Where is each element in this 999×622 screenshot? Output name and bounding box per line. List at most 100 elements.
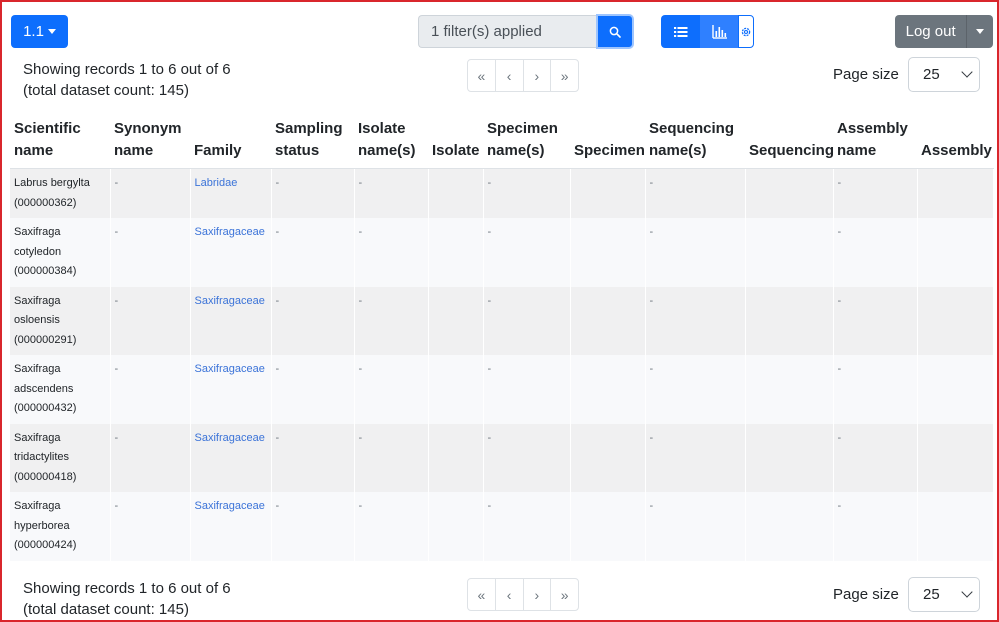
pagination-top: « ‹ › » — [467, 59, 579, 92]
family-link[interactable]: Saxifragaceae — [195, 295, 265, 307]
first-page-button[interactable]: « — [468, 579, 496, 610]
assembly-name-cell: - — [833, 218, 918, 287]
filter-status-field[interactable]: 1 filter(s) applied — [418, 15, 596, 48]
page-size-label: Page size — [833, 66, 899, 83]
column-header[interactable]: Specimen name(s) — [483, 114, 570, 169]
next-page-button[interactable]: › — [524, 60, 552, 91]
sampling-status-cell: - — [271, 218, 355, 287]
records-total: (total dataset count: 145) — [23, 601, 189, 618]
table-row: Saxifraga cotyledon (000000384) - Saxifrag… — [10, 218, 994, 287]
column-header[interactable]: Sampling status — [271, 114, 354, 169]
search-icon — [609, 26, 621, 38]
isolate-names-cell: - — [354, 423, 429, 492]
version-dropdown-button[interactable]: 1.1 — [11, 15, 68, 48]
chevron-down-icon — [961, 66, 973, 78]
column-header[interactable]: Assembly name — [833, 114, 917, 169]
family-cell: Saxifragaceae — [190, 423, 272, 492]
table-row: Labrus bergylta (000000362) - Labridae - … — [10, 168, 994, 218]
isolate-cell — [428, 423, 484, 492]
table-row: Saxifraga tridactylites (000000418) - Saxi… — [10, 423, 994, 492]
column-header[interactable]: Sequencing name(s) — [645, 114, 745, 169]
family-link[interactable]: Saxifragaceae — [195, 363, 265, 375]
specimen-cell — [570, 355, 646, 424]
list-icon — [673, 26, 687, 37]
sampling-status-cell: - — [271, 286, 355, 355]
list-view-button[interactable] — [661, 15, 700, 48]
assembly-cell — [917, 492, 994, 561]
sequencing-cell — [745, 286, 834, 355]
page-size-select[interactable]: 25 — [908, 577, 980, 612]
sampling-status-cell: - — [271, 423, 355, 492]
synonym-cell: - — [110, 423, 191, 492]
column-header[interactable]: Scientific name — [10, 114, 110, 169]
specimen-names-cell: - — [483, 492, 571, 561]
sequencing-cell — [745, 492, 834, 561]
sampling-status-cell: - — [271, 168, 355, 218]
table-row: Saxifraga hyperborea (000000424) - Saxifra… — [10, 492, 994, 561]
table-header-row: Scientific name Synonym name Family Sampli… — [10, 114, 993, 169]
records-summary-bottom: Showing records 1 to 6 out of 6 (total d… — [23, 578, 231, 620]
scientific-name-cell: Saxifraga adscendens (000000432) — [10, 355, 111, 424]
scientific-name-cell: Saxifraga hyperborea (000000424) — [10, 492, 111, 561]
sequencing-names-cell: - — [645, 286, 746, 355]
next-page-button[interactable]: › — [524, 579, 552, 610]
family-cell: Saxifragaceae — [190, 355, 272, 424]
scientific-name-cell: Saxifraga cotyledon (000000384) — [10, 218, 111, 287]
prev-page-button[interactable]: ‹ — [496, 579, 524, 610]
sequencing-cell — [745, 355, 834, 424]
logout-label: Log out — [905, 23, 956, 40]
column-header[interactable]: Assembly — [917, 114, 993, 169]
page-size-value: 25 — [923, 66, 940, 83]
filter-status-text: 1 filter(s) applied — [431, 23, 542, 40]
results-table: Scientific name Synonym name Family Sampli… — [10, 114, 994, 561]
column-header[interactable]: Sequencing — [745, 114, 834, 169]
last-page-button[interactable]: » — [551, 579, 578, 610]
assembly-cell — [917, 286, 994, 355]
isolate-cell — [428, 355, 484, 424]
bar-chart-icon — [711, 24, 727, 39]
version-label: 1.1 — [23, 23, 44, 40]
scientific-name-cell: Saxifraga tridactylites (000000418) — [10, 423, 111, 492]
assembly-cell — [917, 218, 994, 287]
specimen-cell — [570, 492, 646, 561]
first-page-button[interactable]: « — [468, 60, 496, 91]
records-range: Showing records 1 to 6 out of 6 — [23, 580, 231, 597]
last-page-button[interactable]: » — [551, 60, 578, 91]
column-header[interactable]: Isolate — [428, 114, 483, 169]
assembly-name-cell: - — [833, 168, 918, 218]
column-header[interactable]: Specimen — [570, 114, 645, 169]
isolate-names-cell: - — [354, 355, 429, 424]
family-link[interactable]: Saxifragaceae — [195, 432, 265, 444]
search-button[interactable] — [596, 14, 634, 49]
logout-menu-toggle[interactable] — [966, 15, 993, 48]
isolate-cell — [428, 492, 484, 561]
synonym-cell: - — [110, 492, 191, 561]
family-link[interactable]: Saxifragaceae — [195, 226, 265, 238]
assembly-name-cell: - — [833, 492, 918, 561]
records-summary-top: Showing records 1 to 6 out of 6 (total d… — [23, 59, 231, 101]
assembly-cell — [917, 168, 994, 218]
prev-page-button[interactable]: ‹ — [496, 60, 524, 91]
table-row: Saxifraga osloensis (000000291) - Saxifrag… — [10, 286, 994, 355]
family-cell: Saxifragaceae — [190, 218, 272, 287]
logout-button[interactable]: Log out — [895, 15, 967, 48]
family-link[interactable]: Labridae — [195, 177, 238, 189]
specimen-names-cell: - — [483, 355, 571, 424]
family-link[interactable]: Saxifragaceae — [195, 500, 265, 512]
assembly-name-cell: - — [833, 423, 918, 492]
assembly-cell — [917, 423, 994, 492]
pagination-bottom: « ‹ › » — [467, 578, 579, 611]
settings-button[interactable] — [738, 15, 754, 48]
isolate-cell — [428, 286, 484, 355]
chart-view-button[interactable] — [700, 15, 738, 48]
isolate-cell — [428, 218, 484, 287]
column-header[interactable]: Synonym name — [110, 114, 190, 169]
records-total: (total dataset count: 145) — [23, 82, 189, 99]
family-cell: Labridae — [190, 168, 272, 218]
page-size-select[interactable]: 25 — [908, 57, 980, 92]
column-header[interactable]: Family — [190, 114, 271, 169]
synonym-cell: - — [110, 286, 191, 355]
column-header[interactable]: Isolate name(s) — [354, 114, 428, 169]
isolate-names-cell: - — [354, 492, 429, 561]
specimen-cell — [570, 168, 646, 218]
